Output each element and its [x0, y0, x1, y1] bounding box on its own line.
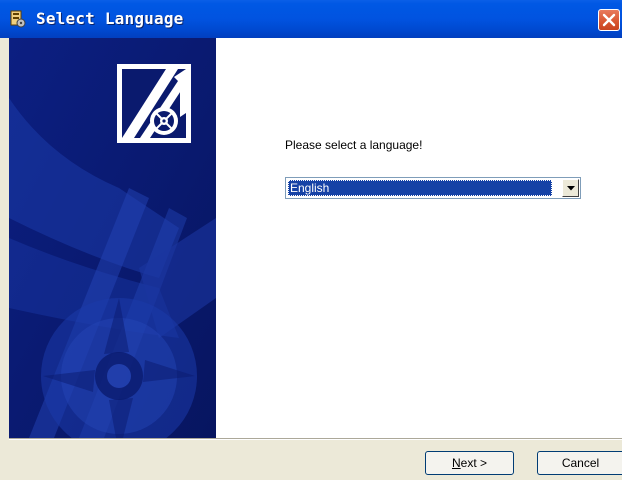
close-button[interactable]	[598, 9, 620, 31]
cancel-button-label: Cancel	[561, 456, 600, 470]
bottom-divider	[9, 438, 622, 440]
next-button-label: ext >	[460, 456, 488, 470]
prompt-label: Please select a language!	[285, 138, 423, 152]
language-select-value[interactable]: English	[288, 180, 552, 196]
title-bar[interactable]: Select Language	[0, 0, 622, 38]
music-disc-logo-icon	[117, 64, 191, 143]
language-select-dropdown-button[interactable]	[562, 179, 579, 197]
chevron-down-icon	[567, 186, 575, 191]
select-language-window: Select Language Please select a language…	[0, 0, 622, 480]
content-panel	[216, 38, 622, 438]
cancel-button[interactable]: Cancel	[537, 451, 622, 475]
language-select[interactable]: English	[285, 177, 581, 199]
next-button-mnemonic: N	[451, 456, 461, 470]
side-banner	[9, 38, 216, 438]
close-icon	[602, 13, 616, 27]
window-title: Select Language	[36, 9, 184, 28]
next-button[interactable]: Next >	[425, 451, 514, 475]
app-icon	[10, 10, 26, 28]
